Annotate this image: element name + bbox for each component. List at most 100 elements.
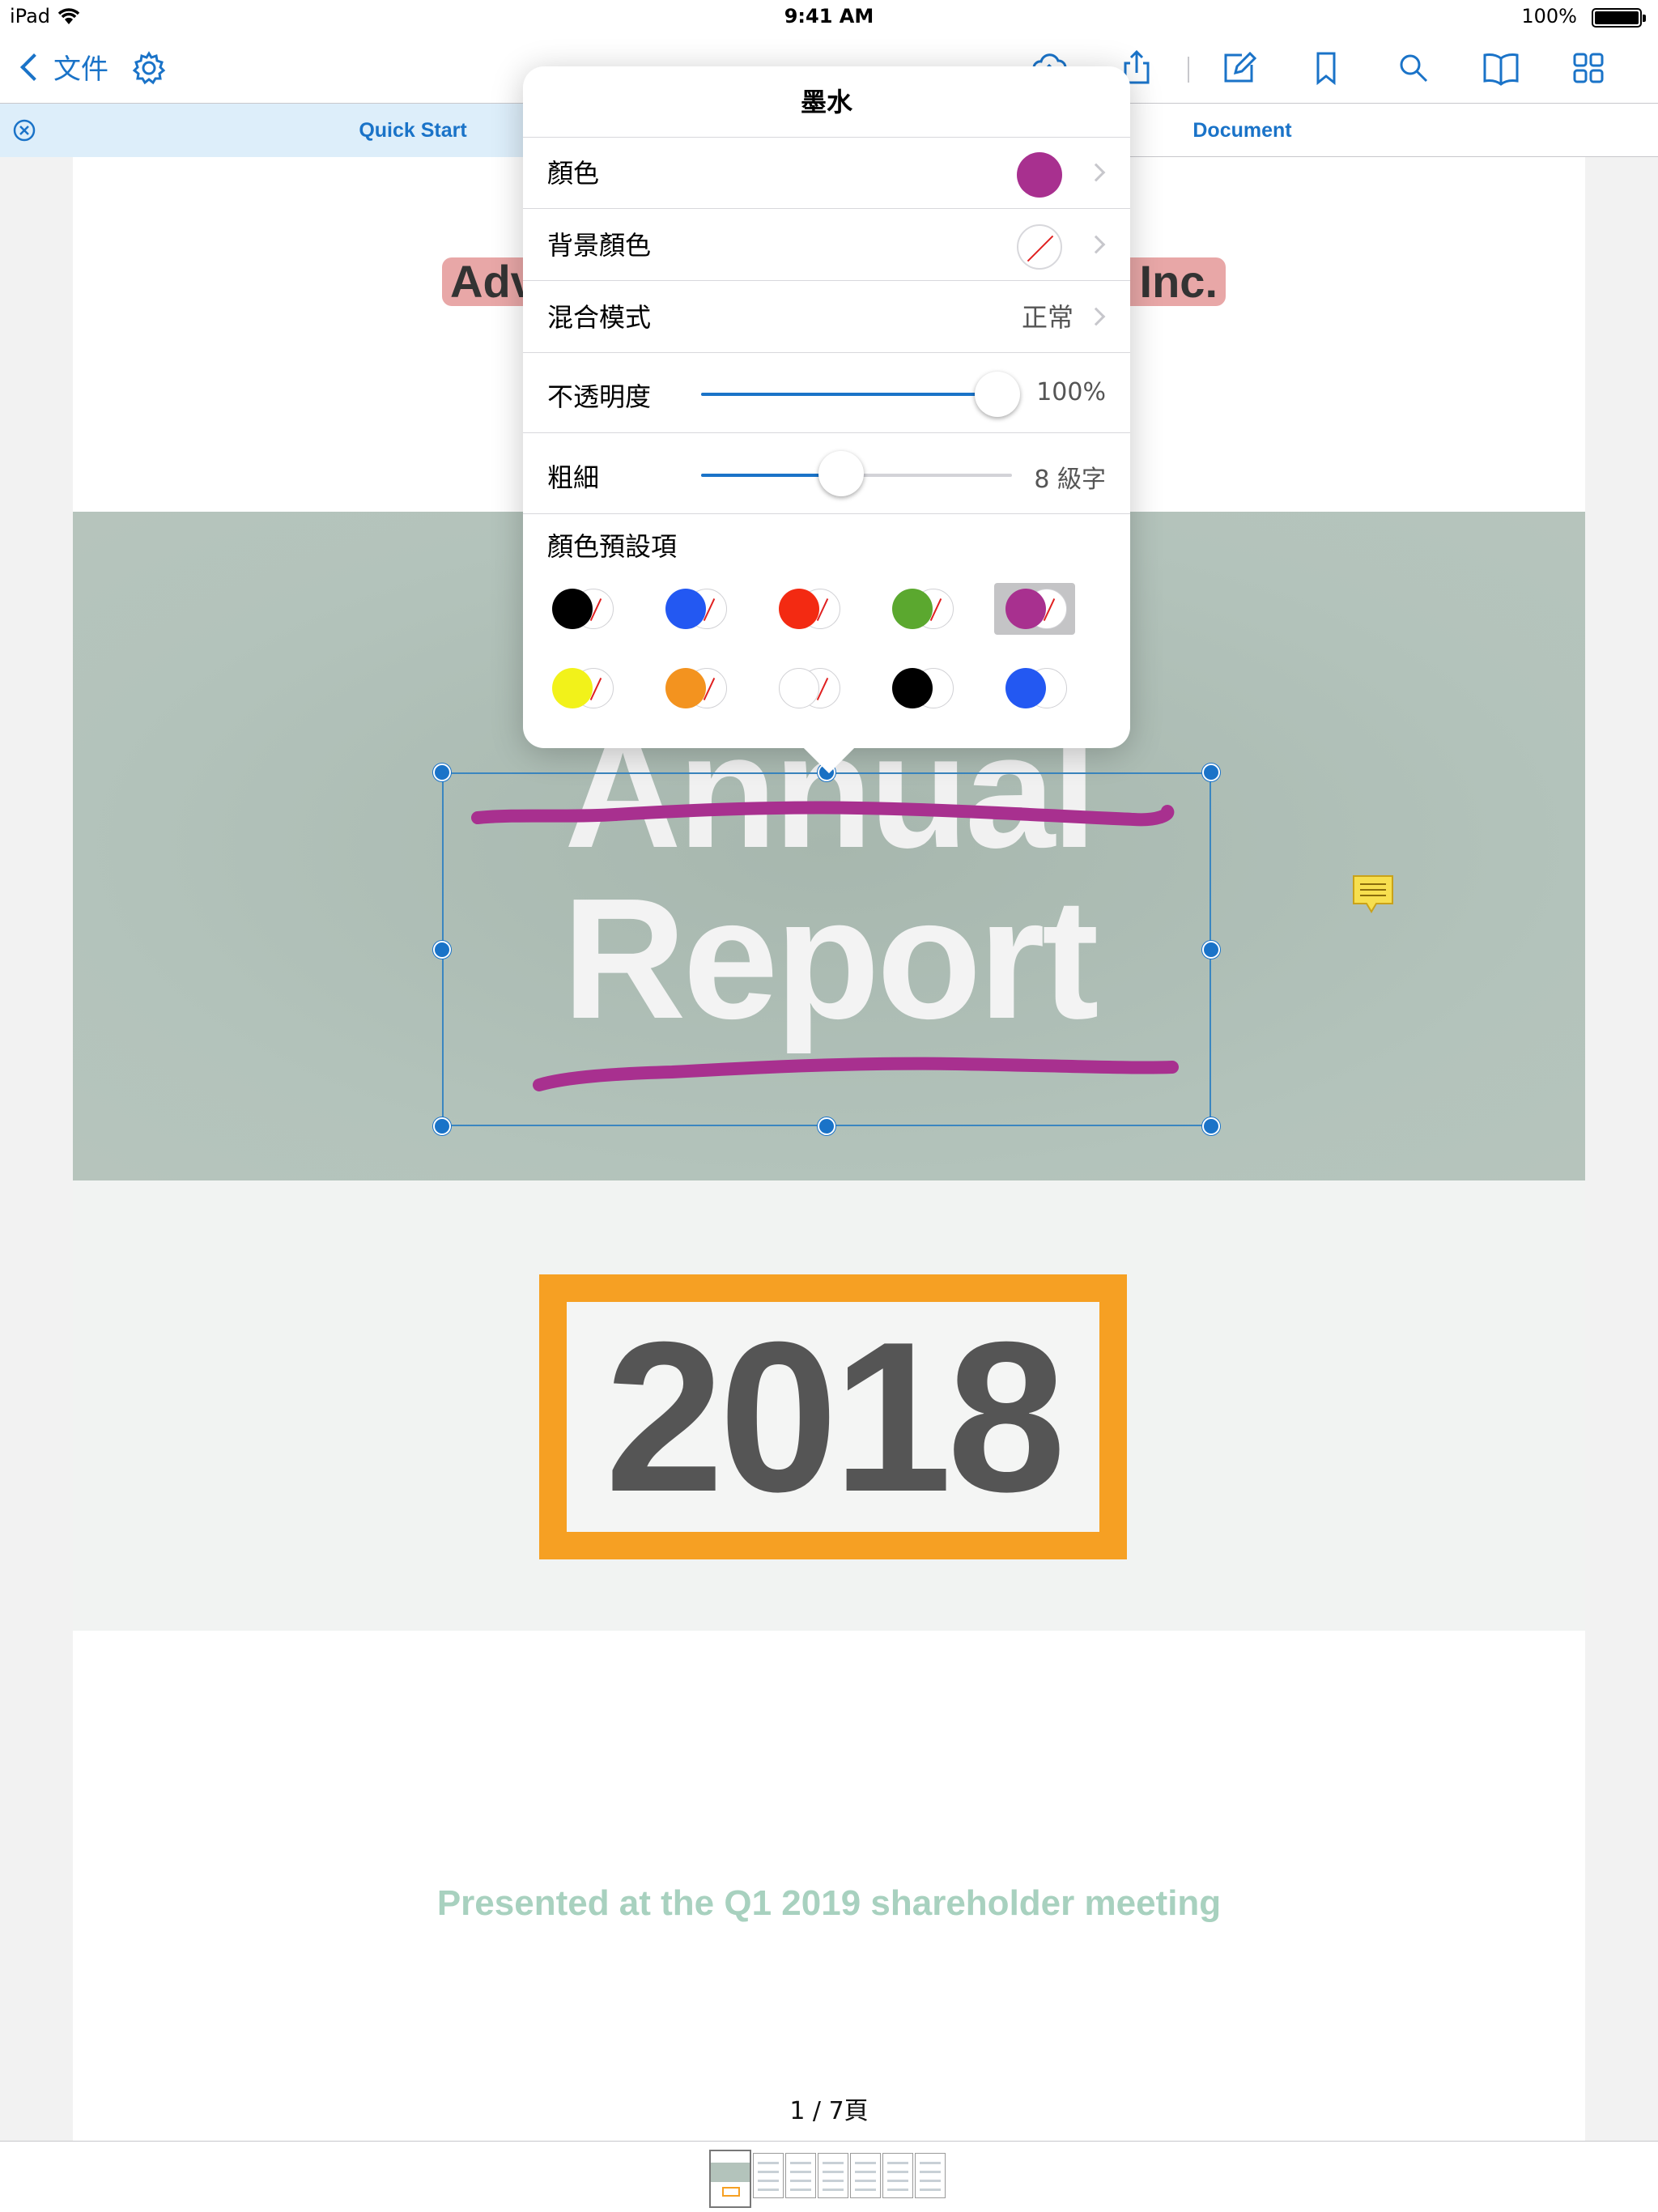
page-thumbnail[interactable] [818, 2153, 848, 2198]
resize-handle-bottom-left[interactable] [433, 1117, 451, 1135]
fill-color-row[interactable]: 背景顏色 [523, 210, 1130, 281]
thumbnail-preview [758, 2162, 779, 2164]
note-annotation-icon[interactable] [1350, 871, 1396, 917]
thumbnail-preview [823, 2180, 844, 2182]
edit-annotations-icon[interactable] [1218, 47, 1260, 89]
opacity-label: 不透明度 [547, 381, 652, 412]
tab-label: Quick Start [359, 118, 467, 142]
blend-mode-value: 正常 [1021, 302, 1073, 333]
color-preset[interactable] [654, 583, 735, 635]
company-name-end: Inc. [1139, 257, 1218, 306]
opacity-slider-fill [701, 393, 997, 396]
thumbnail-preview [758, 2171, 779, 2173]
thumbnail-preview [855, 2162, 876, 2164]
thumbnail-preview [855, 2171, 876, 2173]
color-label: 顏色 [547, 158, 600, 189]
current-color-swatch [1017, 152, 1062, 198]
resize-handle-right[interactable] [1202, 941, 1220, 959]
preset-stroke-swatch [665, 668, 706, 708]
battery-percent: 100% [1521, 5, 1577, 28]
thumbnail-preview [920, 2189, 941, 2191]
page-thumbnail[interactable] [882, 2153, 913, 2198]
color-row[interactable]: 顏色 [523, 138, 1130, 209]
color-preset[interactable] [541, 583, 622, 635]
resize-handle-top-right[interactable] [1202, 764, 1220, 781]
back-label: 文件 [53, 53, 108, 86]
search-icon[interactable] [1392, 47, 1435, 89]
page-thumbnail-strip [0, 2141, 1658, 2212]
page-thumbnail[interactable] [709, 2150, 751, 2208]
thumbnail-preview [758, 2189, 779, 2191]
color-preset[interactable] [994, 583, 1075, 635]
page-indicator: 1 / 7頁 [789, 2097, 869, 2125]
thumbnail-preview [920, 2171, 941, 2173]
thumbnail-preview [790, 2189, 811, 2191]
color-preset[interactable] [994, 662, 1075, 714]
back-button[interactable]: 文件 [18, 47, 108, 87]
thumbnail-preview [823, 2171, 844, 2173]
gear-icon[interactable] [128, 47, 170, 89]
preset-stroke-swatch [892, 589, 933, 629]
color-preset[interactable] [767, 662, 848, 714]
resize-handle-bottom-right[interactable] [1202, 1117, 1220, 1135]
thumbnail-preview [887, 2162, 908, 2164]
thumbnail-grid-icon[interactable] [1567, 47, 1609, 89]
thumbnail-preview [920, 2162, 941, 2164]
thickness-label: 粗細 [547, 462, 600, 493]
page-thumbnail[interactable] [915, 2153, 946, 2198]
color-preset[interactable] [881, 662, 962, 714]
thumbnail-preview [790, 2180, 811, 2182]
preset-stroke-swatch [1005, 668, 1046, 708]
color-presets-label: 顏色預設項 [547, 531, 678, 562]
thickness-slider-thumb[interactable] [818, 451, 864, 496]
blend-mode-row[interactable]: 混合模式 正常 [523, 282, 1130, 353]
clock: 9:41 AM [784, 5, 874, 28]
thumbnail-preview [855, 2189, 876, 2191]
thumbnail-preview [790, 2162, 811, 2164]
preset-stroke-swatch [665, 589, 706, 629]
year-band: 2018 [73, 1180, 1585, 1631]
chevron-left-icon [20, 53, 48, 81]
bookmark-icon[interactable] [1305, 47, 1347, 89]
thickness-row: 粗細 8 級字 [523, 433, 1130, 514]
preset-stroke-swatch [552, 589, 593, 629]
fill-color-label: 背景顏色 [547, 230, 652, 261]
thumbnail-preview [823, 2162, 844, 2164]
color-preset[interactable] [767, 583, 848, 635]
ink-selection-box[interactable] [442, 772, 1211, 1126]
chevron-right-icon [1086, 163, 1106, 182]
page-thumbnail[interactable] [785, 2153, 816, 2198]
toolbar-separator [1188, 57, 1189, 83]
preset-stroke-swatch [892, 668, 933, 708]
popover-title: 墨水 [523, 66, 1130, 138]
thumbnail-preview [758, 2180, 779, 2182]
thumbnail-preview [855, 2180, 876, 2182]
resize-handle-bottom[interactable] [818, 1117, 835, 1135]
no-fill-swatch [1017, 224, 1062, 270]
page-thumbnail[interactable] [753, 2153, 784, 2198]
chevron-right-icon [1086, 307, 1106, 326]
opacity-slider-thumb[interactable] [975, 372, 1020, 417]
thumbnail-preview [887, 2171, 908, 2173]
close-tab-icon[interactable] [11, 117, 37, 143]
tab-label: Document [1192, 118, 1292, 142]
thumbnail-preview [887, 2180, 908, 2182]
thumbnail-preview [790, 2171, 811, 2173]
opacity-row: 不透明度 100% [523, 354, 1130, 433]
color-preset[interactable] [541, 662, 622, 714]
chevron-right-icon [1086, 235, 1106, 254]
page-thumbnail[interactable] [850, 2153, 881, 2198]
preset-stroke-swatch [1005, 589, 1046, 629]
color-preset[interactable] [654, 662, 735, 714]
battery-icon [1592, 8, 1646, 28]
blend-mode-label: 混合模式 [547, 302, 652, 333]
preset-stroke-swatch [779, 668, 819, 708]
color-preset[interactable] [881, 583, 962, 635]
preset-stroke-swatch [552, 668, 593, 708]
opacity-slider[interactable] [701, 393, 997, 396]
thumbnail-preview [887, 2189, 908, 2191]
resize-handle-left[interactable] [433, 941, 451, 959]
resize-handle-top-left[interactable] [433, 764, 451, 781]
reader-view-icon[interactable] [1480, 47, 1522, 89]
thumbnail-preview [823, 2189, 844, 2191]
